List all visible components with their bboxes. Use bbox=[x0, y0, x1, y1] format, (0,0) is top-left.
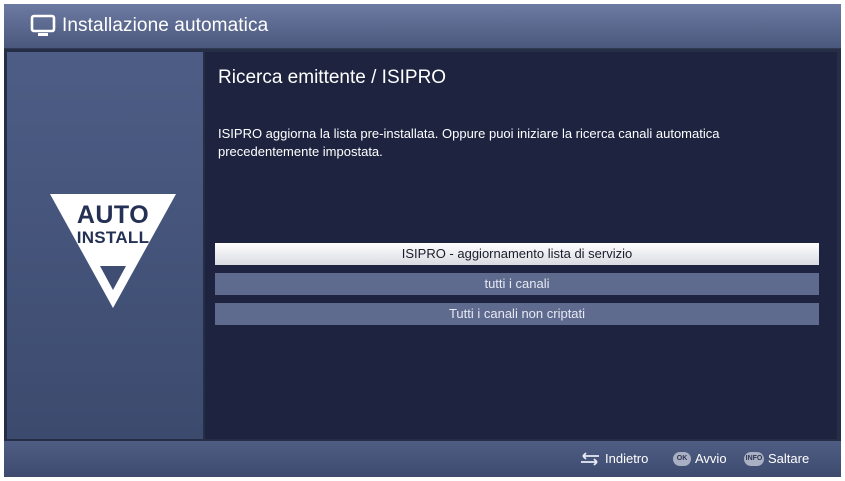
option-all-channels[interactable]: tutti i canali bbox=[215, 273, 819, 295]
info-key-icon[interactable]: INFO bbox=[744, 452, 764, 466]
window-title: Installazione automatica bbox=[62, 15, 269, 36]
logo-text-install: INSTALL bbox=[76, 228, 150, 247]
title-bar: Installazione automatica bbox=[4, 4, 841, 49]
start-hint-label: Avvio bbox=[695, 451, 727, 466]
back-hint-label: Indietro bbox=[605, 451, 649, 466]
tv-icon bbox=[30, 14, 56, 36]
main-content: Ricerca emittente / ISIPRO ISIPRO aggior… bbox=[205, 52, 837, 439]
page-description: ISIPRO aggiorna la lista pre-installata.… bbox=[218, 126, 720, 159]
footer-hint-bar: Indietro OK Avvio INFO Saltare bbox=[4, 441, 841, 477]
back-arrows-icon[interactable] bbox=[579, 452, 601, 466]
option-isipro-update[interactable]: ISIPRO - aggiornamento lista di servizio bbox=[215, 243, 819, 265]
screen-frame: Installazione automatica AUTO INSTALL Ri… bbox=[4, 4, 841, 477]
page-heading: Ricerca emittente / ISIPRO bbox=[218, 67, 447, 88]
skip-hint-label: Saltare bbox=[768, 451, 810, 466]
logo-text-auto: AUTO bbox=[76, 201, 150, 229]
option-free-channels[interactable]: Tutti i canali non criptati bbox=[215, 303, 819, 325]
ok-key-icon[interactable]: OK bbox=[673, 452, 691, 466]
side-panel: AUTO INSTALL bbox=[7, 52, 203, 439]
